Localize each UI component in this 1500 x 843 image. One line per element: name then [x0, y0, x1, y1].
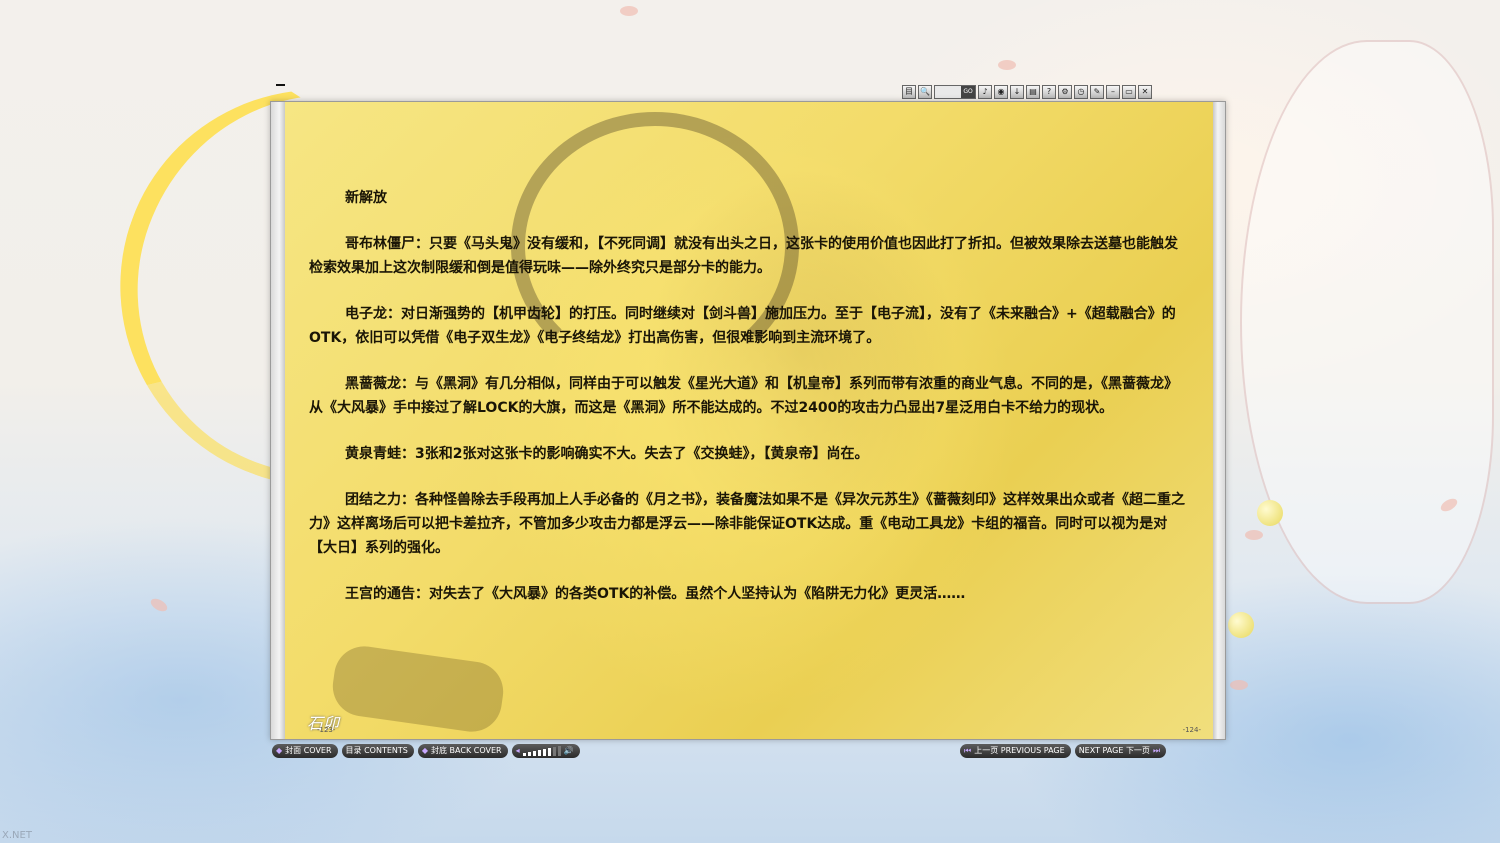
- book-spread: 新解放 哥布林僵尸：只要《马头鬼》没有缓和，【不死同调】就没有出头之日，这张卡的…: [270, 101, 1226, 740]
- clock-icon[interactable]: ◷: [1074, 85, 1088, 99]
- dash-mark: [276, 84, 285, 86]
- cover-button[interactable]: ◆ 封面 COVER: [272, 744, 338, 758]
- go-button[interactable]: GO: [961, 86, 975, 98]
- volume-control[interactable]: ◂ 🔊: [511, 744, 580, 758]
- wing-decoration: [1240, 40, 1494, 604]
- paragraph: 团结之力：各种怪兽除去手段再加上人手必备的《月之书》，装备魔法如果不是《异次元苏…: [309, 492, 1185, 556]
- bubble-decoration: [1228, 612, 1254, 638]
- back-cover-label: 封底 BACK COVER: [431, 746, 502, 755]
- page-number-input[interactable]: [935, 86, 961, 98]
- site-watermark: X.NET: [2, 830, 32, 841]
- page-number-right: -124-: [1182, 726, 1201, 734]
- article-content: 新解放 哥布林僵尸：只要《马头鬼》没有缓和，【不死同调】就没有出头之日，这张卡的…: [309, 186, 1187, 628]
- petal-decoration: [1438, 496, 1460, 514]
- minimize-icon[interactable]: –: [1106, 85, 1120, 99]
- zoom-icon[interactable]: 🔍: [918, 85, 932, 99]
- next-page-label: NEXT PAGE 下一页: [1078, 746, 1150, 755]
- previous-page-button[interactable]: ⏮ 上一页 PREVIOUS PAGE: [960, 744, 1071, 758]
- petal-decoration: [620, 6, 638, 16]
- contents-label: 目录 CONTENTS: [345, 746, 408, 755]
- volume-bar: [557, 746, 561, 756]
- reader-toolbar: 目 🔍 GO ♪ ◉ ↓ ▤ ? ⚙ ◷ ✎ – ▭ ✕: [902, 85, 1152, 99]
- petal-decoration: [1230, 680, 1248, 690]
- paragraph: 黑蔷薇龙：与《黑洞》有几分相似，同样由于可以触发《星光大道》和【机皇帝】系列而带…: [309, 376, 1178, 416]
- volume-bar: [522, 753, 526, 756]
- toc-icon[interactable]: 目: [902, 85, 916, 99]
- paragraph: 黄泉青蛙：3张和2张对这张卡的影响确实不大。失去了《交换蛙》，【黄泉帝】尚在。: [345, 446, 869, 462]
- bubble-decoration: [1257, 500, 1283, 526]
- back-cover-icon: ◆: [421, 746, 428, 755]
- petal-decoration: [998, 60, 1016, 70]
- bottom-nav-left: ◆ 封面 COVER 目录 CONTENTS ◆ 封底 BACK COVER ◂…: [272, 744, 580, 758]
- previous-page-icon: ⏮: [964, 746, 972, 755]
- settings-icon[interactable]: ⚙: [1058, 85, 1072, 99]
- close-icon[interactable]: ✕: [1138, 85, 1152, 99]
- contents-button[interactable]: 目录 CONTENTS: [341, 744, 414, 758]
- speaker-icon: 🔊: [563, 746, 574, 755]
- volume-bars: [522, 746, 561, 756]
- previous-page-label: 上一页 PREVIOUS PAGE: [974, 746, 1065, 755]
- download-icon[interactable]: ↓: [1010, 85, 1024, 99]
- pen-icon[interactable]: ✎: [1090, 85, 1104, 99]
- article-title: 新解放: [345, 190, 387, 206]
- volume-bar: [537, 750, 541, 756]
- user-icon[interactable]: ◉: [994, 85, 1008, 99]
- sound-icon[interactable]: ♪: [978, 85, 992, 99]
- help-icon[interactable]: ?: [1042, 85, 1056, 99]
- volume-bar: [552, 747, 556, 756]
- back-cover-button[interactable]: ◆ 封底 BACK COVER: [417, 744, 508, 758]
- cover-icon: ◆: [276, 746, 283, 755]
- volume-bar: [527, 752, 531, 756]
- volume-bar: [532, 751, 536, 756]
- volume-down-icon: ◂: [515, 746, 520, 755]
- paragraph: 哥布林僵尸：只要《马头鬼》没有缓和，【不死同调】就没有出头之日，这张卡的使用价值…: [309, 236, 1178, 276]
- page-number-left: -123-: [317, 726, 336, 734]
- paragraph: 电子龙：对日渐强势的【机甲齿轮】的打压。同时继续对【剑斗兽】施加压力。至于【电子…: [309, 306, 1176, 346]
- page-goto-field: GO: [934, 85, 976, 99]
- print-icon[interactable]: ▤: [1026, 85, 1040, 99]
- volume-bar: [542, 749, 546, 756]
- bottom-nav-right: ⏮ 上一页 PREVIOUS PAGE NEXT PAGE 下一页 ⏭: [960, 744, 1167, 758]
- paragraph: 王宫的通告：对失去了《大风暴》的各类OTK的补偿。虽然个人坚持认为《陷阱无力化》…: [345, 586, 966, 602]
- next-page-icon: ⏭: [1152, 746, 1161, 755]
- next-page-button[interactable]: NEXT PAGE 下一页 ⏭: [1074, 744, 1167, 758]
- cover-label: 封面 COVER: [285, 746, 332, 755]
- petal-decoration: [1245, 530, 1263, 540]
- petal-decoration: [148, 596, 170, 614]
- maximize-icon[interactable]: ▭: [1122, 85, 1136, 99]
- volume-bar: [547, 748, 551, 756]
- game-console-illustration: [328, 642, 508, 736]
